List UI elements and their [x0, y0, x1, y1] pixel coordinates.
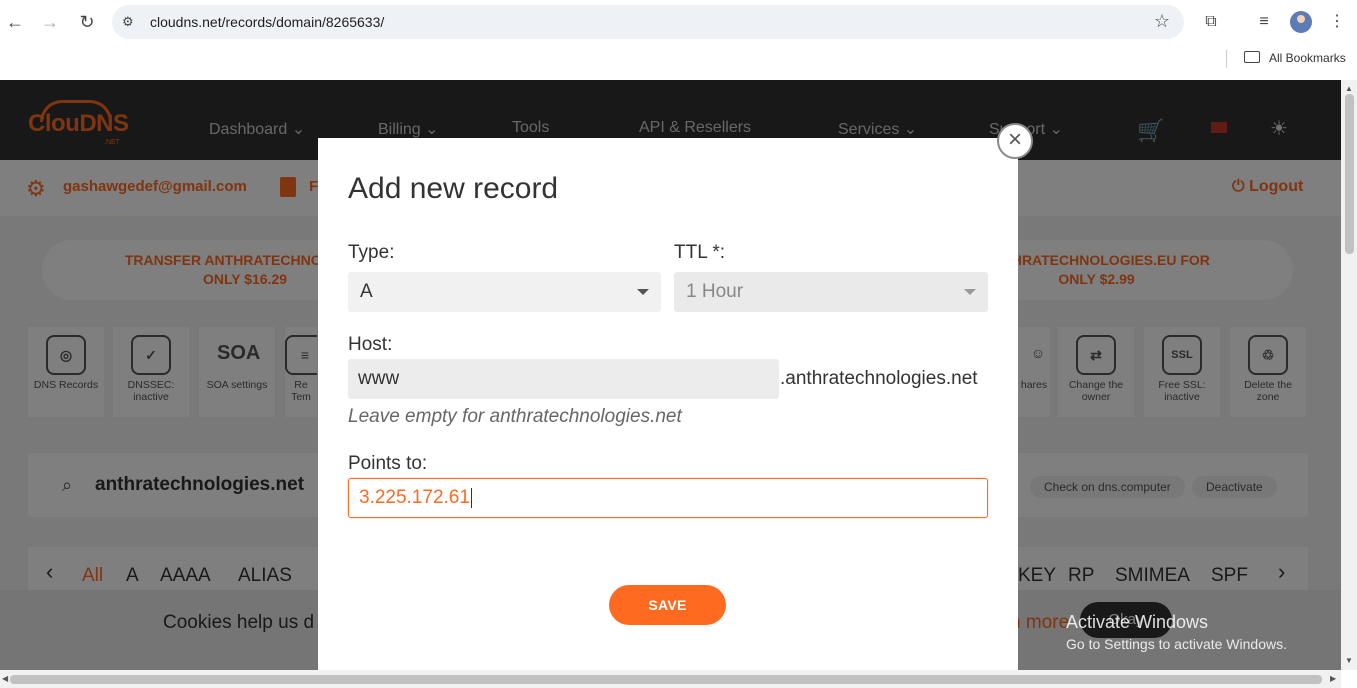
type-select[interactable]: A: [348, 272, 661, 312]
page: ClouDNS .NET Dashboard ⌄ Billing ⌄ Tools…: [0, 80, 1341, 670]
host-label: Host:: [348, 334, 393, 355]
browser-toolbar: ← → ↻ ⚙ cloudns.net/records/domain/82656…: [0, 0, 1357, 44]
ttl-select[interactable]: 1 Hour: [674, 272, 988, 312]
close-icon[interactable]: ×: [997, 123, 1033, 159]
host-domain-suffix: .anthratechnologies.net: [780, 368, 978, 389]
activate-windows-subtitle: Go to Settings to activate Windows.: [1066, 636, 1287, 652]
ttl-label: TTL *:: [674, 242, 726, 263]
media-control-icon[interactable]: ≡: [1252, 10, 1276, 34]
site-settings-icon[interactable]: ⚙: [122, 13, 140, 31]
modal-title: Add new record: [348, 172, 559, 205]
type-select-value: A: [360, 281, 373, 302]
points-to-input[interactable]: 3.225.172.61: [348, 478, 988, 518]
forward-icon[interactable]: →: [38, 10, 62, 34]
points-to-value: 3.225.172.61: [359, 487, 470, 508]
all-bookmarks-link[interactable]: All Bookmarks: [1269, 51, 1346, 65]
bookmark-star-icon[interactable]: ☆: [1154, 11, 1170, 32]
points-to-label: Points to:: [348, 453, 428, 474]
profile-avatar[interactable]: [1290, 11, 1312, 33]
chevron-down-icon: [964, 289, 976, 295]
host-hint: Leave empty for anthratechnologies.net: [348, 406, 682, 427]
type-label: Type:: [348, 242, 395, 263]
back-icon[interactable]: ←: [3, 10, 27, 34]
browser-menu-icon[interactable]: ⋮: [1325, 10, 1349, 34]
vertical-scroll-thumb[interactable]: [1345, 94, 1354, 254]
ttl-select-value: 1 Hour: [686, 281, 744, 302]
address-bar[interactable]: ⚙ cloudns.net/records/domain/8265633/ ☆: [112, 5, 1184, 39]
host-input[interactable]: www: [348, 359, 779, 399]
bookmarks-separator: [1226, 50, 1227, 68]
chevron-down-icon: [637, 289, 649, 295]
bookmarks-bar: All Bookmarks: [0, 44, 1357, 80]
folder-icon[interactable]: [1244, 51, 1260, 63]
text-cursor: [470, 487, 472, 508]
scroll-right-icon[interactable]: ▶: [1330, 674, 1336, 683]
vertical-scrollbar[interactable]: ▲ ▼: [1341, 80, 1357, 670]
horizontal-scrollbar[interactable]: ◀ ▶: [0, 670, 1341, 688]
activate-windows-title: Activate Windows: [1066, 612, 1209, 632]
scroll-up-icon[interactable]: ▲: [1345, 84, 1353, 93]
scroll-down-icon[interactable]: ▼: [1345, 656, 1353, 665]
url-text[interactable]: cloudns.net/records/domain/8265633/: [150, 14, 384, 30]
scroll-left-icon[interactable]: ◀: [2, 674, 8, 683]
save-button[interactable]: SAVE: [609, 585, 726, 625]
horizontal-scroll-thumb[interactable]: [10, 675, 1322, 684]
extensions-icon[interactable]: ⧉: [1199, 10, 1223, 34]
add-record-modal: Add new record Type: A TTL *: 1 Hour Hos…: [318, 138, 1018, 670]
reload-icon[interactable]: ↻: [75, 10, 99, 34]
